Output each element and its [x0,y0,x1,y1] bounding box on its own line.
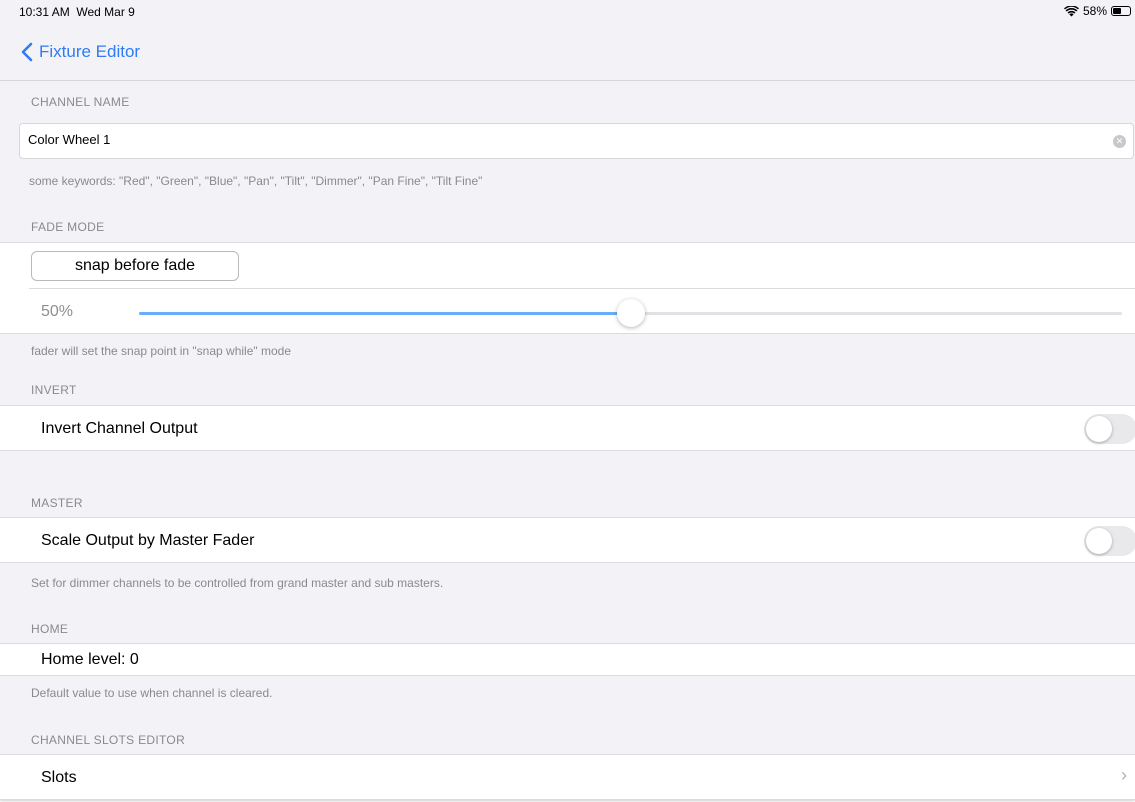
back-button-label: Fixture Editor [39,42,141,61]
snap-slider-fill [139,312,631,315]
back-button[interactable]: Fixture Editor [21,42,140,62]
master-label: Scale Output by Master Fader [41,532,255,549]
status-right: 58% [1063,4,1131,18]
toggle-knob [1086,528,1112,554]
screen: 10:31 AM Wed Mar 9 58% Fixture Editor CH… [0,0,1135,800]
fade-mode-footer: fader will set the snap point in "snap w… [31,344,291,358]
battery-fill [1113,8,1122,14]
channel-name-input[interactable] [28,132,1098,147]
snap-slider-thumb[interactable] [616,299,645,327]
toggle-knob [1086,416,1112,442]
status-bar: 10:31 AM Wed Mar 9 58% [0,0,1135,22]
invert-row: Invert Channel Output [0,405,1135,451]
snap-slider-value: 50% [41,303,74,320]
master-footer: Set for dimmer channels to be controlled… [31,576,444,590]
navigation-bar: Fixture Editor [0,22,1135,81]
home-row[interactable]: Home level: 0 [0,643,1135,676]
wifi-icon [1063,5,1079,16]
fade-mode-group: snap before fade 50% [0,242,1135,334]
home-level-label: Home level: 0 [41,651,139,668]
fade-mode-button[interactable]: snap before fade [31,251,239,281]
home-header: HOME [31,622,69,636]
chevron-left-icon [21,42,33,62]
snap-slider-row: 50% [0,289,1135,334]
status-date: Wed Mar 9 [76,5,135,19]
invert-label: Invert Channel Output [41,420,198,437]
master-row: Scale Output by Master Fader [0,517,1135,563]
channel-name-header: CHANNEL NAME [31,95,130,109]
snap-slider[interactable] [139,299,1122,327]
clear-circle-icon[interactable]: ✕ [1113,135,1126,148]
channel-name-hint: some keywords: "Red", "Green", "Blue", "… [29,174,483,188]
slots-label: Slots [41,769,77,786]
master-toggle[interactable] [1084,526,1135,556]
chevron-right-icon: › [1121,765,1127,785]
channel-name-field[interactable]: ✕ [19,123,1134,159]
battery-icon [1111,6,1131,16]
slots-row[interactable]: Slots › [0,754,1135,800]
master-header: MASTER [31,496,83,510]
status-time: 10:31 AM Wed Mar 9 [19,5,135,19]
status-time-value: 10:31 AM [19,5,70,19]
fade-mode-header: FADE MODE [31,220,105,234]
invert-header: INVERT [31,383,77,397]
home-footer: Default value to use when channel is cle… [31,686,273,700]
invert-toggle[interactable] [1084,414,1135,444]
battery-percent: 58% [1082,4,1107,18]
slots-header: CHANNEL SLOTS EDITOR [31,733,186,747]
